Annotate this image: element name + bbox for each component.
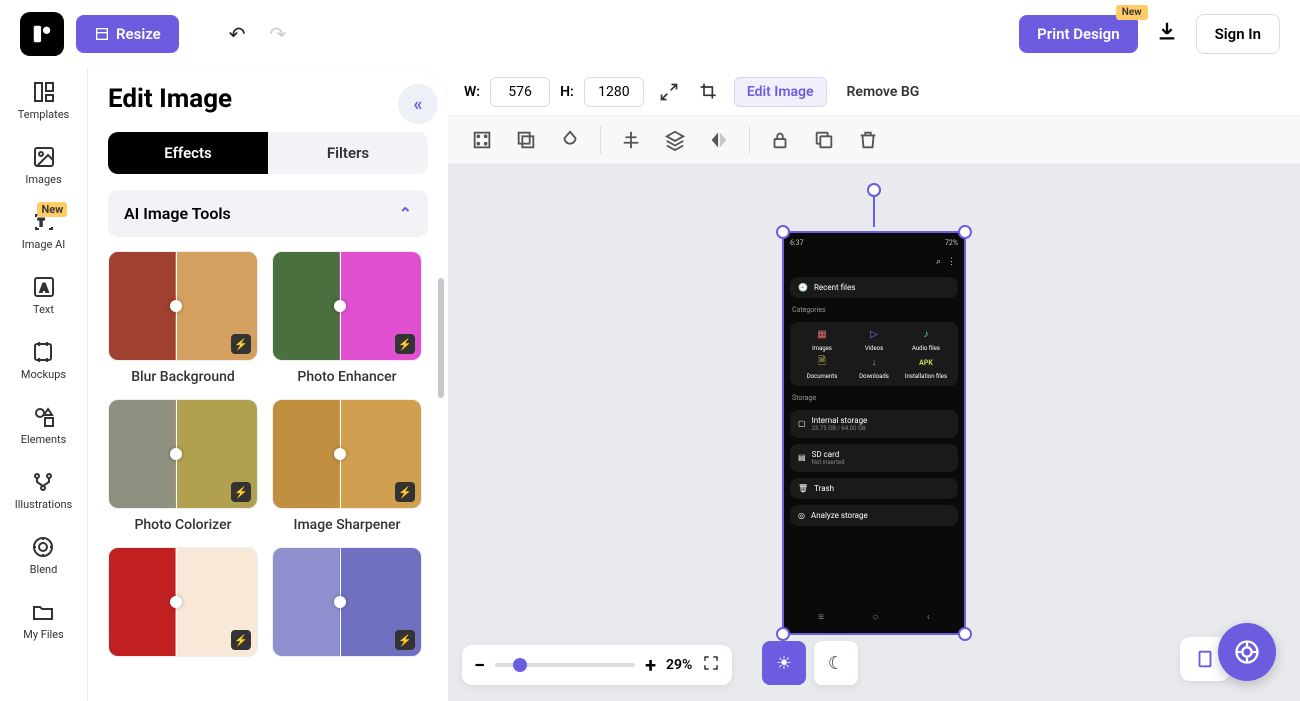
download-button[interactable] [1150, 14, 1184, 53]
resize-handle[interactable] [958, 225, 972, 239]
resize-label: Resize [116, 25, 161, 43]
scrollbar[interactable] [438, 278, 444, 538]
accordion-ai-tools[interactable]: AI Image Tools ⌃ [108, 190, 428, 237]
tool-image-sharpener[interactable]: Image Sharpener [272, 399, 422, 533]
svg-text:T: T [38, 218, 44, 229]
nav-images[interactable]: Images [21, 143, 65, 188]
svg-text:A: A [40, 281, 49, 295]
nav-blend[interactable]: Blend [26, 533, 62, 578]
undo-button[interactable]: ↶ [223, 16, 252, 52]
chevron-up-icon: ⌃ [399, 204, 412, 223]
tab-filters[interactable]: Filters [268, 132, 428, 174]
selection[interactable]: 6:3772% ⌕⋮ 🕘Recent files Categories ▦Ima… [782, 231, 966, 635]
duplicate-icon[interactable] [806, 122, 842, 158]
collapse-panel-button[interactable]: « [398, 84, 438, 124]
fullscreen-icon[interactable] [702, 654, 720, 676]
tool-photo-colorizer[interactable]: Photo Colorizer [108, 399, 258, 533]
width-input[interactable] [490, 77, 550, 107]
zoom-out-button[interactable]: − [474, 653, 485, 677]
resize-handle[interactable] [776, 627, 790, 641]
nav-mockups[interactable]: Mockups [17, 338, 70, 383]
zoom-in-button[interactable]: + [645, 653, 656, 677]
nav-text[interactable]: A Text [28, 273, 60, 318]
height-label: H: [560, 84, 574, 100]
tool-thumb [108, 547, 258, 657]
signin-button[interactable]: Sign In [1196, 14, 1280, 54]
help-fab[interactable] [1218, 623, 1276, 681]
height-input[interactable] [584, 77, 644, 107]
resize-handle[interactable] [958, 627, 972, 641]
tool-thumb [272, 547, 422, 657]
crop-icon[interactable] [694, 77, 724, 107]
new-badge: New [37, 202, 67, 217]
panel-title: Edit Image [108, 84, 428, 114]
topbar: Resize ↶ ↷ Print Design New Sign In [0, 0, 1300, 68]
tab-effects[interactable]: Effects [108, 132, 268, 174]
edit-image-button[interactable]: Edit Image [734, 77, 827, 107]
nav-templates[interactable]: Templates [14, 78, 73, 123]
leftnav: Templates Images New T Image AI A Text M… [0, 68, 88, 701]
opacity-icon[interactable] [552, 122, 588, 158]
nav-image-ai[interactable]: New T Image AI [18, 208, 70, 253]
new-badge: New [1116, 5, 1148, 20]
light-mode-button[interactable]: ☀ [762, 641, 806, 685]
nav-my-files[interactable]: My Files [19, 598, 67, 643]
tool-thumb [108, 251, 258, 361]
nav-elements[interactable]: Elements [17, 403, 71, 448]
flip-icon[interactable] [701, 122, 737, 158]
layers-icon[interactable] [657, 122, 693, 158]
width-label: W: [464, 84, 480, 100]
more-icon: ⋮ [947, 257, 956, 267]
expand-icon[interactable] [654, 77, 684, 107]
position-icon[interactable] [464, 122, 500, 158]
zoom-slider[interactable] [495, 663, 635, 667]
app-logo[interactable] [20, 12, 64, 56]
copy-icon[interactable] [508, 122, 544, 158]
rotate-handle[interactable] [867, 183, 881, 197]
lock-icon[interactable] [762, 122, 798, 158]
resize-button[interactable]: Resize [76, 15, 179, 53]
tool-photo-enhancer[interactable]: Photo Enhancer [272, 251, 422, 385]
tool-thumb [272, 399, 422, 509]
tool-thumb [272, 251, 422, 361]
tool-card[interactable] [108, 547, 258, 657]
resize-handle[interactable] [776, 225, 790, 239]
redo-button[interactable]: ↷ [264, 16, 293, 52]
canvas-topbar: W: H: Edit Image Remove BG [448, 68, 1300, 116]
tool-card[interactable] [272, 547, 422, 657]
align-icon[interactable] [613, 122, 649, 158]
nav-illustrations[interactable]: Illustrations [11, 468, 76, 513]
canvas-viewport[interactable]: 6:3772% ⌕⋮ 🕘Recent files Categories ▦Ima… [448, 164, 1300, 701]
delete-icon[interactable] [850, 122, 886, 158]
print-design-button[interactable]: Print Design New [1019, 15, 1137, 53]
tool-blur-background[interactable]: Blur Background [108, 251, 258, 385]
remove-bg-button[interactable]: Remove BG [837, 78, 930, 106]
canvas-area: W: H: Edit Image Remove BG [448, 68, 1300, 701]
canvas-toolbar [448, 116, 1300, 164]
zoombar: − + 29% [462, 645, 732, 685]
sidepanel: Edit Image « Effects Filters AI Image To… [88, 68, 448, 701]
zoom-value: 29% [666, 657, 692, 673]
tool-thumb [108, 399, 258, 509]
search-icon: ⌕ [936, 257, 941, 267]
dark-mode-button[interactable]: ☾ [814, 641, 858, 685]
canvas-image: 6:3772% ⌕⋮ 🕘Recent files Categories ▦Ima… [784, 233, 964, 633]
